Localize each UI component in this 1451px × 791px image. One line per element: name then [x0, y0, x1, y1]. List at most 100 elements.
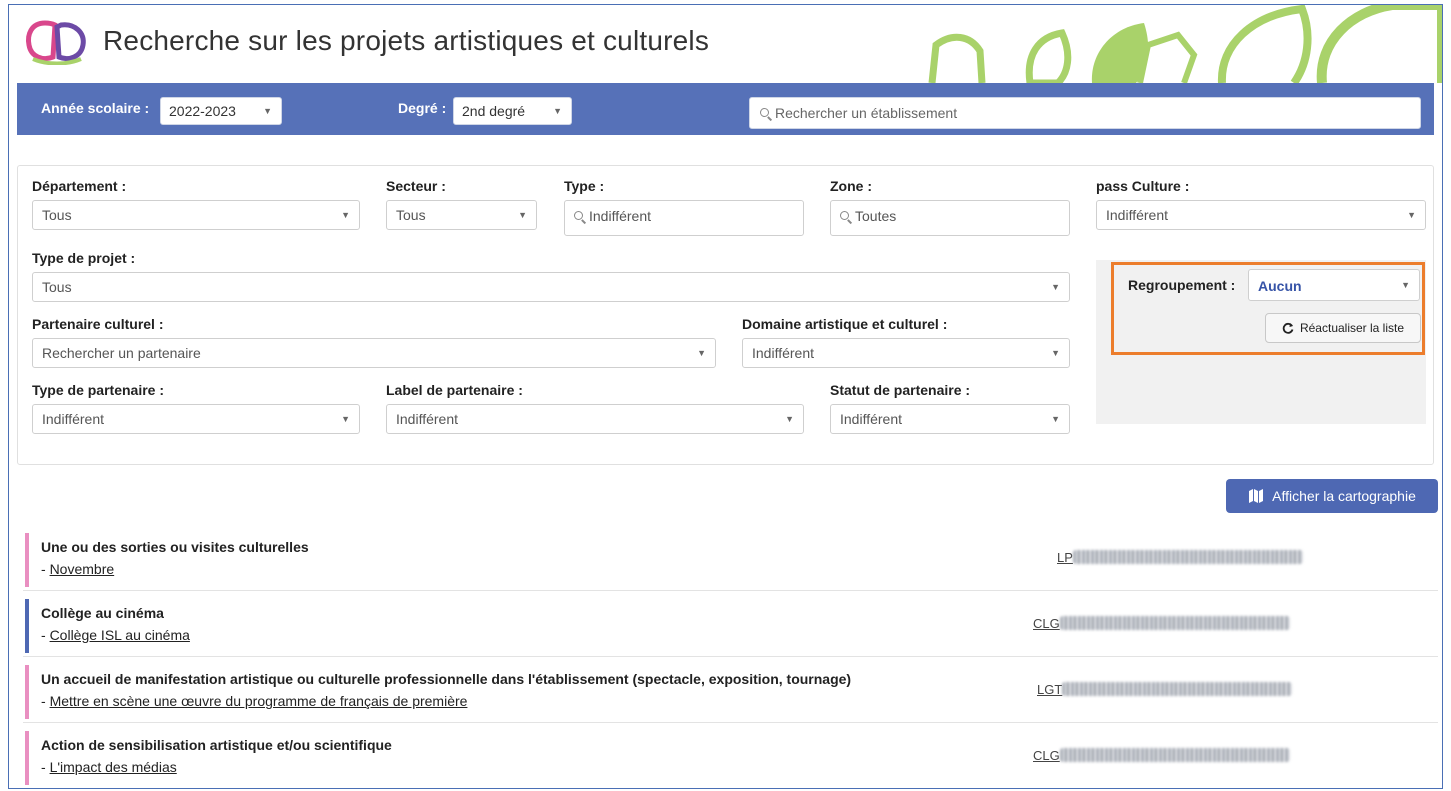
establishment-prefix: LGT	[1037, 682, 1063, 697]
search-toolbar: Année scolaire : 2022-2023 ▼ Degré : 2nd…	[17, 83, 1434, 135]
zone-search-input[interactable]: Toutes	[830, 200, 1070, 236]
result-subtitle: - L'impact des médias	[41, 759, 177, 775]
establishment-search-placeholder: Rechercher un établissement	[775, 105, 958, 121]
redacted-name	[1062, 682, 1293, 696]
page-header: Recherche sur les projets artistiques et…	[9, 5, 1442, 83]
result-project-link[interactable]: Novembre	[50, 561, 115, 577]
result-project-link[interactable]: Collège ISL au cinéma	[50, 627, 190, 643]
label-partenaire-select[interactable]: Indifférent ▼	[386, 404, 804, 434]
search-icon	[574, 211, 585, 222]
domaine-label: Domaine artistique et culturel :	[742, 316, 948, 332]
school-year-select[interactable]: 2022-2023 ▼	[160, 97, 282, 125]
refresh-list-button[interactable]: Réactualiser la liste	[1265, 313, 1421, 343]
type-partenaire-value: Indifférent	[42, 411, 105, 427]
label-partenaire-label: Label de partenaire :	[386, 382, 523, 398]
type-partenaire-label: Type de partenaire :	[32, 382, 165, 398]
partenaire-select[interactable]: Rechercher un partenaire ▼	[32, 338, 716, 368]
label-partenaire-value: Indifférent	[396, 411, 459, 427]
partenaire-label: Partenaire culturel :	[32, 316, 164, 332]
result-item: Action de sensibilisation artistique et/…	[23, 723, 1438, 788]
result-establishment-link[interactable]: LGT	[1037, 682, 1293, 697]
secteur-label: Secteur :	[386, 178, 446, 194]
result-subtitle: - Collège ISL au cinéma	[41, 627, 190, 643]
departement-label: Département :	[32, 178, 127, 194]
result-project-link[interactable]: Mettre en scène une œuvre du programme d…	[50, 693, 468, 709]
result-title: Action de sensibilisation artistique et/…	[41, 737, 392, 753]
grouping-label: Regroupement :	[1128, 277, 1236, 293]
grouping-select[interactable]: Aucun ▼	[1248, 269, 1420, 301]
partenaire-placeholder: Rechercher un partenaire	[42, 345, 201, 361]
result-subtitle: - Mettre en scène une œuvre du programme…	[41, 693, 468, 709]
secteur-value: Tous	[396, 207, 426, 223]
redacted-name	[1059, 616, 1290, 630]
chevron-down-icon: ▼	[1407, 210, 1416, 220]
statut-partenaire-select[interactable]: Indifférent ▼	[830, 404, 1070, 434]
secteur-select[interactable]: Tous ▼	[386, 200, 537, 230]
redacted-name	[1072, 550, 1303, 564]
result-color-bar	[25, 533, 29, 587]
result-title: Une ou des sorties ou visites culturelle…	[41, 539, 309, 555]
chevron-down-icon: ▼	[1051, 348, 1060, 358]
map-icon	[1249, 489, 1264, 503]
search-icon	[840, 211, 851, 222]
chevron-down-icon: ▼	[785, 414, 794, 424]
result-title: Un accueil de manifestation artistique o…	[41, 671, 852, 687]
zone-value: Toutes	[855, 208, 897, 224]
degree-value: 2nd degré	[462, 103, 526, 119]
grouping-value: Aucun	[1258, 278, 1302, 294]
zone-label: Zone :	[830, 178, 872, 194]
type-value: Indifférent	[589, 208, 652, 224]
chevron-down-icon: ▼	[518, 210, 527, 220]
chevron-down-icon: ▼	[1051, 282, 1060, 292]
decorative-shapes	[928, 5, 1442, 83]
type-projet-value: Tous	[42, 279, 72, 295]
result-item: Une ou des sorties ou visites culturelle…	[23, 525, 1438, 591]
chevron-down-icon: ▼	[697, 348, 706, 358]
page-frame: Recherche sur les projets artistiques et…	[8, 4, 1443, 789]
degree-select[interactable]: 2nd degré ▼	[453, 97, 572, 125]
pass-culture-select[interactable]: Indifférent ▼	[1096, 200, 1426, 230]
page-title: Recherche sur les projets artistiques et…	[103, 25, 710, 56]
refresh-icon	[1282, 322, 1294, 334]
results-list: Une ou des sorties ou visites culturelle…	[23, 525, 1438, 788]
type-search-input[interactable]: Indifférent	[564, 200, 804, 236]
type-label: Type :	[564, 178, 605, 194]
school-year-label: Année scolaire :	[41, 100, 150, 116]
result-establishment-link[interactable]: CLG	[1033, 748, 1290, 763]
departement-select[interactable]: Tous ▼	[32, 200, 360, 230]
result-project-link[interactable]: L'impact des médias	[50, 759, 177, 775]
degree-label: Degré :	[398, 100, 447, 116]
chevron-down-icon: ▼	[1401, 280, 1410, 290]
result-item: Collège au cinéma - Collège ISL au ciném…	[23, 591, 1438, 657]
logo-icon	[26, 20, 86, 65]
chevron-down-icon: ▼	[263, 106, 272, 116]
pass-culture-value: Indifférent	[1106, 207, 1169, 223]
result-color-bar	[25, 731, 29, 785]
establishment-search-input[interactable]: Rechercher un établissement	[749, 97, 1421, 129]
establishment-prefix: CLG	[1033, 616, 1060, 631]
type-partenaire-select[interactable]: Indifférent ▼	[32, 404, 360, 434]
result-establishment-link[interactable]: LP	[1057, 550, 1303, 565]
chevron-down-icon: ▼	[553, 106, 562, 116]
pass-culture-label: pass Culture :	[1096, 178, 1190, 194]
statut-partenaire-value: Indifférent	[840, 411, 903, 427]
result-color-bar	[25, 599, 29, 653]
statut-partenaire-label: Statut de partenaire :	[830, 382, 971, 398]
filters-panel: Département : Tous ▼ Secteur : Tous ▼ Ty…	[17, 165, 1434, 465]
result-color-bar	[25, 665, 29, 719]
result-subtitle: - Novembre	[41, 561, 115, 577]
domaine-select[interactable]: Indifférent ▼	[742, 338, 1070, 368]
chevron-down-icon: ▼	[341, 210, 350, 220]
search-icon	[760, 108, 771, 119]
establishment-prefix: LP	[1057, 550, 1073, 565]
result-title: Collège au cinéma	[41, 605, 164, 621]
type-projet-select[interactable]: Tous ▼	[32, 272, 1070, 302]
show-map-button[interactable]: Afficher la cartographie	[1226, 479, 1438, 513]
redacted-name	[1059, 748, 1290, 762]
show-map-label: Afficher la cartographie	[1272, 488, 1416, 504]
refresh-list-label: Réactualiser la liste	[1299, 321, 1405, 335]
chevron-down-icon: ▼	[1051, 414, 1060, 424]
result-establishment-link[interactable]: CLG	[1033, 616, 1290, 631]
type-projet-label: Type de projet :	[32, 250, 136, 266]
school-year-value: 2022-2023	[169, 103, 236, 119]
